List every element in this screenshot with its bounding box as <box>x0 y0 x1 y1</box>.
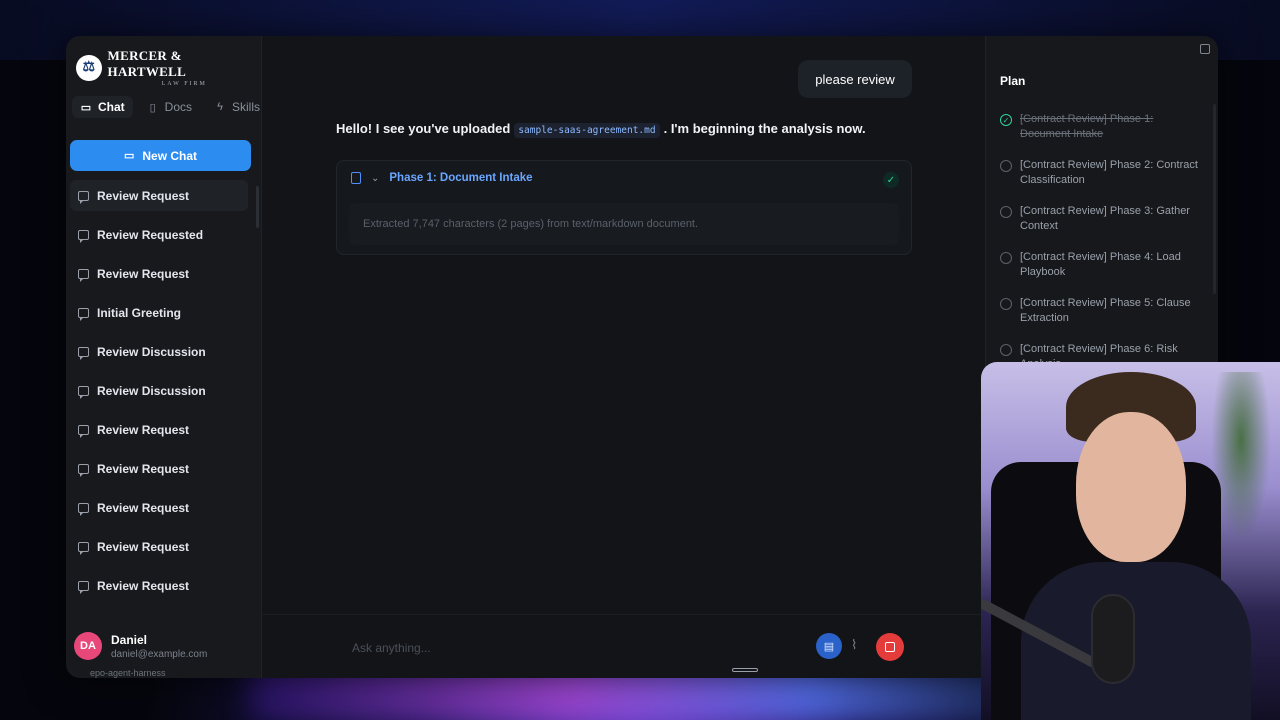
plan-scrollbar[interactable] <box>1213 104 1216 294</box>
plan-item[interactable]: [Contract Review] Phase 3: Gather Contex… <box>1000 204 1200 250</box>
plan-item[interactable]: ✓ [Contract Review] Phase 1: Document In… <box>1000 112 1200 158</box>
chat-list-item[interactable]: Review Requested <box>70 219 248 250</box>
tab-chat[interactable]: ▭ Chat <box>72 96 133 118</box>
chat-history-list: Review Request Review Requested Review R… <box>70 180 248 609</box>
chat-bubble-icon <box>78 424 89 438</box>
circle-icon <box>1000 298 1012 310</box>
chat-bubble-icon <box>78 385 89 399</box>
circle-icon <box>1000 252 1012 264</box>
circle-icon <box>1000 344 1012 356</box>
chat-bubble-icon <box>78 190 89 204</box>
phase-detail: Extracted 7,747 characters (2 pages) fro… <box>349 203 899 245</box>
chat-bubble-icon <box>78 307 89 321</box>
file-icon: ▤ <box>823 640 835 653</box>
check-icon: ✓ <box>883 172 899 188</box>
chat-icon: ▭ <box>80 101 92 114</box>
brand-subtitle: LAW FIRM <box>161 81 207 87</box>
chat-bubble-icon <box>78 580 89 594</box>
chat-list-item[interactable]: Initial Greeting <box>70 297 248 328</box>
phase-header[interactable]: ⌄ Phase 1: Document Intake <box>351 172 533 184</box>
chat-input-bar: Ask anything... ▤ ⌇ <box>262 614 985 678</box>
chat-main: please review Hello! I see you've upload… <box>262 36 985 678</box>
tab-label: Chat <box>98 100 125 114</box>
tab-skills[interactable]: ϟ Skills <box>206 96 268 118</box>
chat-list-item[interactable]: Review Request <box>70 570 248 601</box>
chat-list-item[interactable]: Review Request <box>70 180 248 211</box>
phase-title: Phase 1: Document Intake <box>389 172 533 184</box>
paperclip-icon[interactable]: ⌇ <box>851 637 857 653</box>
user-email: daniel@example.com <box>111 648 208 660</box>
document-icon <box>351 172 361 184</box>
microphone-icon <box>1091 594 1135 684</box>
new-chat-button[interactable]: ▭ New Chat <box>70 140 251 171</box>
chat-list-item[interactable]: Review Discussion <box>70 336 248 367</box>
chat-bubble-icon <box>78 502 89 516</box>
chevron-down-icon[interactable]: ⌄ <box>371 173 379 184</box>
tab-docs[interactable]: ▯ Docs <box>139 96 200 118</box>
new-chat-label: New Chat <box>142 148 198 163</box>
scales-icon: ⚖ <box>76 54 102 81</box>
plan-list: ✓ [Contract Review] Phase 1: Document In… <box>1000 112 1200 388</box>
doc-icon: ▯ <box>149 101 156 114</box>
chat-list-item[interactable]: Review Discussion <box>70 375 248 406</box>
branch-label: epo-agent-harness <box>90 668 166 678</box>
plan-title: Plan <box>1000 74 1026 88</box>
chat-list-item[interactable]: Review Request <box>70 414 248 445</box>
file-button[interactable]: ▤ <box>816 633 842 659</box>
chat-bubble-icon <box>78 463 89 477</box>
chat-input[interactable]: Ask anything... <box>352 641 431 655</box>
chat-list-item[interactable]: Review Request <box>70 258 248 289</box>
plan-item[interactable]: [Contract Review] Phase 4: Load Playbook <box>1000 250 1200 296</box>
sidebar-scrollbar[interactable] <box>256 186 259 228</box>
panel-toggle-icon[interactable] <box>1200 44 1210 54</box>
check-circle-icon: ✓ <box>1000 114 1012 126</box>
plan-item[interactable]: [Contract Review] Phase 2: Contract Clas… <box>1000 158 1200 204</box>
user-message: please review <box>798 60 912 98</box>
brand-logo[interactable]: ⚖ MERCER & HARTWELL LAW FIRM <box>76 48 261 87</box>
sidebar-tabs: ▭ Chat ▯ Docs ϟ Skills <box>72 96 268 118</box>
chat-list-item[interactable]: Review Request <box>70 453 248 484</box>
circle-icon <box>1000 160 1012 172</box>
avatar: DA <box>74 632 102 660</box>
webcam-overlay <box>981 362 1280 720</box>
chat-bubble-icon <box>78 268 89 282</box>
assistant-message: Hello! I see you've uploaded sample-saas-… <box>336 121 866 138</box>
bolt-icon: ϟ <box>217 101 223 113</box>
user-name: Daniel <box>111 632 148 647</box>
sidebar: ⚖ MERCER & HARTWELL LAW FIRM ▭ Chat ▯ Do… <box>66 36 262 678</box>
chat-list-item[interactable]: Review Request <box>70 531 248 562</box>
person-head <box>1076 412 1186 562</box>
tab-label: Docs <box>164 100 193 114</box>
chat-bubble-icon <box>78 346 89 360</box>
plan-item[interactable]: [Contract Review] Phase 5: Clause Extrac… <box>1000 296 1200 342</box>
resize-handle[interactable] <box>732 668 758 672</box>
stop-button[interactable] <box>876 633 904 661</box>
circle-icon <box>1000 206 1012 218</box>
stop-icon <box>885 642 895 652</box>
new-chat-icon: ▭ <box>123 150 135 162</box>
file-name-code: sample-saas-agreement.md <box>514 123 660 138</box>
brand-title: MERCER & HARTWELL <box>107 48 187 79</box>
tab-label: Skills <box>232 100 261 114</box>
user-profile[interactable]: DA Daniel daniel@example.com <box>74 632 207 660</box>
chat-list-item[interactable]: Review Request <box>70 492 248 523</box>
phase-card: ⌄ Phase 1: Document Intake ✓ Extracted 7… <box>336 160 912 255</box>
chat-bubble-icon <box>78 229 89 243</box>
chat-bubble-icon <box>78 541 89 555</box>
